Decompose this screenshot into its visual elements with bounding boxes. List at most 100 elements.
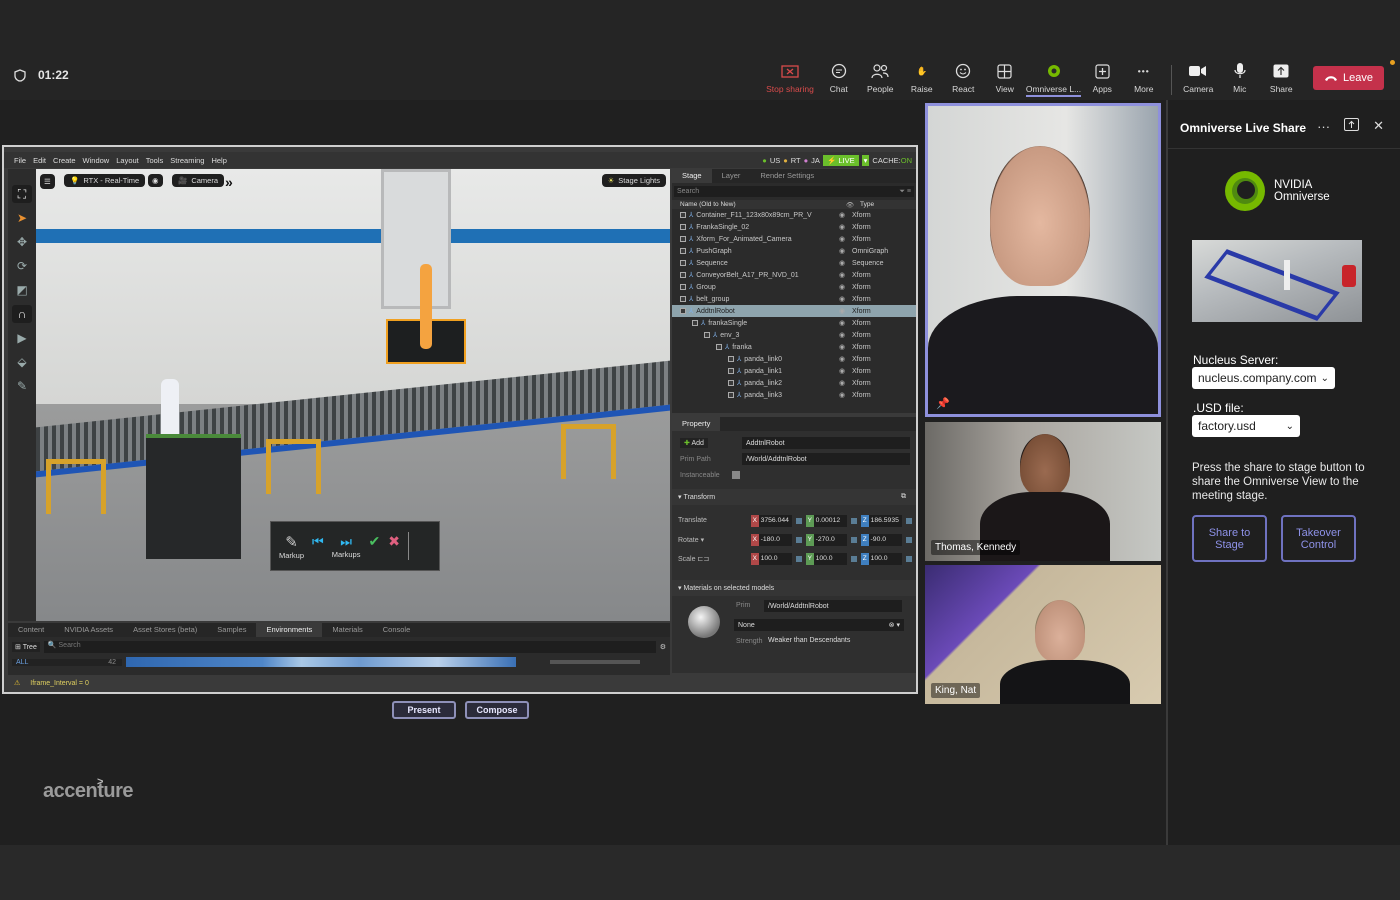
select-mode-icon[interactable]: ⛶ <box>12 185 32 203</box>
add-property-button[interactable]: ✚ Add <box>680 438 708 448</box>
visibility-eye-icon[interactable]: ◉ <box>832 235 852 243</box>
stage-tree-row[interactable]: ⅄ belt_group ◉ Xform <box>672 293 916 305</box>
category-all[interactable]: ALL 42 <box>12 658 122 666</box>
stage-tree-row[interactable]: ⅄ Xform_For_Animated_Camera ◉ Xform <box>672 233 916 245</box>
tab-layer[interactable]: Layer <box>712 169 751 183</box>
menu-layout[interactable]: Layout <box>116 156 139 165</box>
rotate-icon[interactable]: ⟳ <box>12 257 32 275</box>
visibility-eye-icon[interactable]: ◉ <box>832 379 852 387</box>
rotate-x[interactable]: -180.0 <box>758 533 793 546</box>
visibility-eye-icon[interactable]: ◉ <box>832 307 852 315</box>
stage-tree-row[interactable]: ⅄ panda_link2 ◉ Xform <box>672 377 916 389</box>
scale-z[interactable]: 100.0 <box>868 552 903 565</box>
link-scale-icon[interactable]: ⊏⊐ <box>697 556 709 563</box>
stop-sharing-button[interactable]: Stop sharing <box>762 62 818 94</box>
participant-video[interactable]: Thomas, Kennedy <box>925 422 1161 561</box>
stage-lights-button[interactable]: ☀ Stage Lights <box>601 174 666 187</box>
react-button[interactable]: React <box>943 62 985 94</box>
stage-tree-row[interactable]: ⅄ panda_link1 ◉ Xform <box>672 365 916 377</box>
present-button[interactable]: Present <box>392 701 456 719</box>
expand-toggle-icon[interactable] <box>680 260 686 266</box>
instanceable-checkbox[interactable] <box>731 471 740 479</box>
content-search-input[interactable]: 🔍 Search <box>43 640 656 653</box>
expand-toggle-icon[interactable] <box>716 344 722 350</box>
tab-property[interactable]: Property <box>672 417 721 431</box>
share-button[interactable]: Share <box>1261 62 1303 94</box>
content-tab[interactable]: Console <box>373 623 421 637</box>
transform-options-icon[interactable]: ⧉ <box>901 493 906 501</box>
visibility-button[interactable]: ◉ <box>148 174 163 187</box>
stage-tree-row[interactable]: ⅄ panda_link3 ◉ Xform <box>672 389 916 401</box>
stage-tree-row[interactable]: ⅄ FrankaSingle_02 ◉ Xform <box>672 221 916 233</box>
takeover-control-button[interactable]: Takeover Control <box>1281 515 1356 562</box>
usd-file-select[interactable]: factory.usd ⌄ <box>1192 415 1300 437</box>
people-button[interactable]: People <box>860 62 902 94</box>
physics-icon[interactable]: ⬙ <box>12 353 32 371</box>
scale-x[interactable]: 100.0 <box>758 552 793 565</box>
expand-toggle-icon[interactable] <box>680 224 686 230</box>
visibility-eye-icon[interactable]: ◉ <box>832 331 852 339</box>
expand-toggle-icon[interactable] <box>728 392 734 398</box>
content-tab[interactable]: Content <box>8 623 54 637</box>
expand-toggle-icon[interactable] <box>680 296 686 302</box>
menu-create[interactable]: Create <box>53 156 76 165</box>
visibility-eye-icon[interactable]: ◉ <box>832 367 852 375</box>
translate-z[interactable]: 186.5935 <box>868 514 903 527</box>
prim-name-field[interactable]: AddtnlRobot <box>742 437 910 449</box>
visibility-eye-icon[interactable]: ◉ <box>832 295 852 303</box>
nucleus-server-select[interactable]: nucleus.company.com ⌄ <box>1192 367 1335 389</box>
visibility-eye-icon[interactable]: ◉ <box>832 259 852 267</box>
environment-thumbnails[interactable] <box>126 657 516 667</box>
translate-y[interactable]: 0.00012 <box>813 514 848 527</box>
previous-markup-button[interactable]: ⏮ <box>312 534 324 559</box>
next-markup-button[interactable]: ⏭ Markups <box>332 534 361 559</box>
expand-toggle-icon[interactable] <box>728 356 734 362</box>
expand-toggle-icon[interactable] <box>704 332 710 338</box>
content-tab[interactable]: NVIDIA Assets <box>54 623 123 637</box>
viewport-settings-button[interactable]: ☰ <box>40 174 55 189</box>
participant-video[interactable]: King, Nat <box>925 565 1161 704</box>
content-tab[interactable]: Environments <box>256 623 323 637</box>
stage-tree-row[interactable]: ⅄ PushGraph ◉ OmniGraph <box>672 245 916 257</box>
stage-tree-row[interactable]: ⅄ frankaSingle ◉ Xform <box>672 317 916 329</box>
render-mode-button[interactable]: 💡 RTX - Real-Time <box>64 174 146 187</box>
filter-icon[interactable]: ⏷ ≡ <box>899 188 911 196</box>
visibility-eye-icon[interactable]: ◉ <box>832 223 852 231</box>
mic-button[interactable]: Mic <box>1219 62 1261 94</box>
visibility-eye-icon[interactable]: ◉ <box>832 319 852 327</box>
raise-hand-button[interactable]: ✋ Raise <box>901 62 943 95</box>
accept-markup-button[interactable]: ✔ <box>368 533 380 559</box>
stage-tree-row[interactable]: ⅄ panda_link0 ◉ Xform <box>672 353 916 365</box>
stage-tree-row[interactable]: ⅄ Sequence ◉ Sequence <box>672 257 916 269</box>
prim-path-field[interactable]: /World/AddtnlRobot <box>742 453 910 465</box>
stage-tree-row[interactable]: ⅄ env_3 ◉ Xform <box>672 329 916 341</box>
content-tab[interactable]: Asset Stores (beta) <box>123 623 207 637</box>
omniverse-live-app-button[interactable]: Omniverse L... <box>1025 62 1082 97</box>
stage-tree-row[interactable]: ⅄ Group ◉ Xform <box>672 281 916 293</box>
3d-viewport[interactable]: ☰ 💡 RTX - Real-Time ◉ 🎥 Camera » ☀ Stage Li… <box>36 169 670 621</box>
pin-icon[interactable]: 📌 <box>936 397 950 410</box>
camera-select-button[interactable]: 🎥 Camera <box>172 174 225 187</box>
expand-chevron-icon[interactable]: » <box>225 174 233 190</box>
select-arrow-icon[interactable]: ➤ <box>12 209 32 227</box>
scale-icon[interactable]: ◩ <box>12 281 32 299</box>
expand-toggle-icon[interactable] <box>680 308 686 314</box>
content-tab[interactable]: Samples <box>207 623 256 637</box>
expand-toggle-icon[interactable] <box>680 272 686 278</box>
rotate-y[interactable]: -270.0 <box>813 533 848 546</box>
visibility-eye-icon[interactable]: ◉ <box>832 271 852 279</box>
tab-render-settings[interactable]: Render Settings <box>750 169 824 183</box>
rotate-order-dropdown-icon[interactable]: ▾ <box>701 537 705 544</box>
menu-tools[interactable]: Tools <box>146 156 164 165</box>
tab-stage[interactable]: Stage <box>672 169 712 183</box>
discard-markup-button[interactable]: ✖ <box>388 533 400 559</box>
stage-tree-row[interactable]: ⅄ ConveyorBelt_A17_PR_NVD_01 ◉ Xform <box>672 269 916 281</box>
menu-window[interactable]: Window <box>83 156 110 165</box>
visibility-eye-icon[interactable]: ◉ <box>832 283 852 291</box>
material-prim-field[interactable]: /World/AddtnlRobot <box>764 600 902 612</box>
paint-brush-icon[interactable]: ✎ <box>12 377 32 395</box>
tree-toggle-button[interactable]: ⊞ Tree <box>12 641 40 652</box>
menu-edit[interactable]: Edit <box>33 156 46 165</box>
strength-select[interactable]: Weaker than Descendants <box>768 637 850 644</box>
more-options-icon[interactable]: ··· <box>1317 119 1330 134</box>
